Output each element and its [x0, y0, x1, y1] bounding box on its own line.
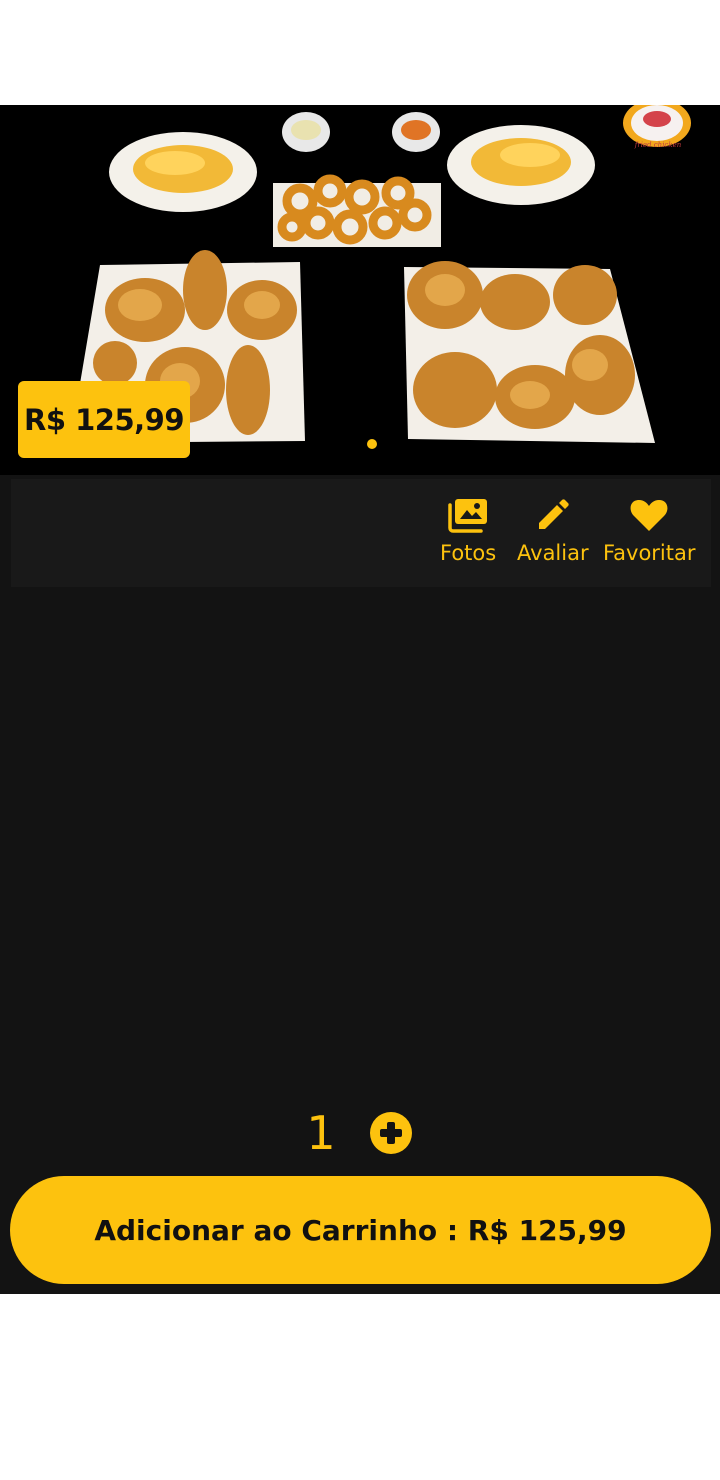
favorite-label: Favoritar: [603, 541, 696, 565]
photos-label: Fotos: [440, 541, 497, 565]
rate-label: Avaliar: [517, 541, 589, 565]
heart-icon: [630, 500, 668, 531]
carousel-dot-active[interactable]: [367, 439, 377, 449]
action-bar: Fotos Avaliar Favoritar: [11, 479, 711, 587]
add-to-cart-button[interactable]: Adicionar ao Carrinho : R$ 125,99: [10, 1176, 711, 1284]
brand-logo-icon: fried chicken: [623, 105, 691, 149]
svg-text:fried chicken: fried chicken: [634, 141, 682, 149]
photos-icon: [448, 499, 488, 533]
quantity-value: 1: [306, 1106, 336, 1160]
photos-button[interactable]: Fotos: [440, 497, 496, 565]
product-image: fried chicken R$ 125,99: [0, 105, 720, 475]
carousel-indicator: [0, 439, 720, 449]
product-detail-screen: fried chicken R$ 125,99 Fotos Avaliar Fa…: [0, 105, 720, 1294]
carousel-dot[interactable]: [343, 439, 353, 449]
increase-quantity-button[interactable]: [370, 1112, 412, 1154]
rate-button[interactable]: Avaliar: [517, 497, 589, 565]
pencil-icon: [538, 499, 569, 529]
favorite-button[interactable]: Favoritar: [603, 497, 696, 565]
